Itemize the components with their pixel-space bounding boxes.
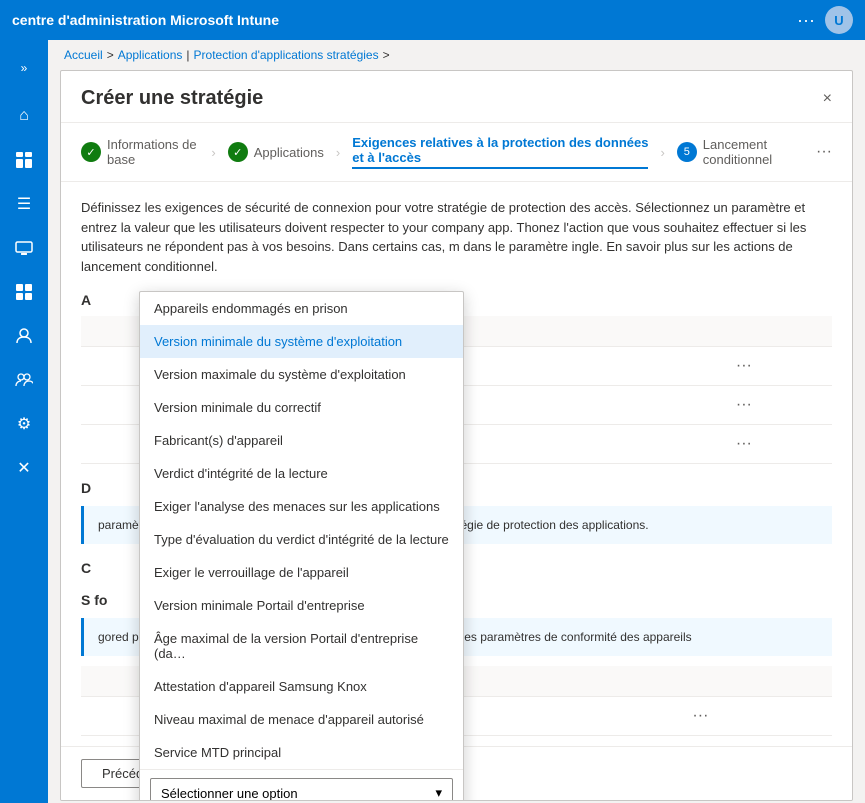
row-more-button[interactable]: ···: [686, 705, 714, 727]
dropdown-select-option[interactable]: Sélectionner une option ▾: [150, 778, 453, 801]
dropdown-item-lock[interactable]: Exiger le verrouillage de l'appareil: [140, 556, 463, 589]
sidebar-expand-button[interactable]: »: [4, 48, 44, 88]
step-conditional-launch-icon: 5: [677, 142, 697, 162]
sidebar-item-groups[interactable]: [4, 360, 44, 400]
sidebar: » ⌂ ☰ ⚙ ✕: [0, 40, 48, 803]
sidebar-item-admin[interactable]: ⚙: [4, 404, 44, 444]
dropdown-item-min-os[interactable]: Version minimale du système d'exploitati…: [140, 325, 463, 358]
sidebar-item-troubleshoot[interactable]: ✕: [4, 448, 44, 488]
dropdown-menu-bottom: Sélectionner une option ▾: [140, 769, 463, 801]
dropdown-item-max-portal-age[interactable]: Âge maximal de la version Portail d'entr…: [140, 622, 463, 670]
dropdown-item-threat-analysis[interactable]: Exiger l'analyse des menaces sur les app…: [140, 490, 463, 523]
dropdown-item-max-threat[interactable]: Niveau maximal de menace d'appareil auto…: [140, 703, 463, 736]
intro-text: Définissez les exigences de sécurité de …: [81, 198, 832, 276]
dropdown-select-label: Sélectionner une option: [161, 786, 298, 801]
step-separator-2: ›: [336, 145, 340, 160]
step-basics-icon: ✓: [81, 142, 101, 162]
app-title: centre d'administration Microsoft Intune: [12, 12, 279, 28]
dropdown-item-mtd[interactable]: Service MTD principal: [140, 736, 463, 769]
col-setting: [81, 316, 134, 347]
step-apps-label: Applications: [254, 145, 324, 160]
user-avatar[interactable]: U: [825, 6, 853, 34]
step-apps-icon: ✓: [228, 142, 248, 162]
step-conditional-launch[interactable]: 5 Lancement conditionnel: [677, 137, 808, 167]
dropdown-item-samsung-knox[interactable]: Attestation d'appareil Samsung Knox: [140, 670, 463, 703]
breadcrumb-protection[interactable]: Protection d'applications stratégies: [194, 48, 379, 62]
step-basics[interactable]: ✓ Informations de base: [81, 137, 199, 167]
sidebar-item-allservices[interactable]: ☰: [4, 184, 44, 224]
sidebar-item-dashboard[interactable]: [4, 140, 44, 180]
step-separator-3: ›: [660, 145, 664, 160]
dropdown-item-manufacturer[interactable]: Fabricant(s) d'appareil: [140, 424, 463, 457]
create-policy-dialog: Créer une stratégie × ✓ Informations de …: [60, 70, 853, 801]
main-layout: » ⌂ ☰ ⚙ ✕ Accueil > Applications | Prote…: [0, 40, 865, 803]
row-setting: [81, 386, 134, 425]
row-setting: [81, 425, 134, 464]
row-setting: [81, 347, 134, 386]
dropdown-item-min-patch[interactable]: Version minimale du correctif: [140, 391, 463, 424]
step-data-protection[interactable]: Exigences relatives à la protection des …: [352, 135, 648, 169]
steps-bar: ✓ Informations de base › ✓ Applications …: [61, 123, 852, 182]
dropdown-item-jailbreak[interactable]: Appareils endommagés en prison: [140, 292, 463, 325]
dialog-title: Créer une stratégie: [81, 87, 263, 110]
row-more-button[interactable]: ···: [730, 355, 758, 377]
dropdown-chevron-icon: ▾: [435, 785, 442, 801]
dropdown-item-integrity-verdict[interactable]: Verdict d'intégrité de la lecture: [140, 457, 463, 490]
steps-more-button[interactable]: ···: [816, 143, 832, 161]
top-bar-right: ··· U: [797, 6, 853, 34]
top-bar-more-button[interactable]: ···: [797, 10, 815, 31]
sidebar-item-home[interactable]: ⌂: [4, 96, 44, 136]
col-actions-b: [674, 666, 832, 697]
breadcrumb-home[interactable]: Accueil: [64, 48, 103, 62]
dropdown-menu: Appareils endommagés en prison Version m…: [139, 291, 464, 801]
step-conditional-launch-label: Lancement conditionnel: [703, 137, 808, 167]
step-basics-label: Informations de base: [107, 137, 199, 167]
dropdown-item-min-portal[interactable]: Version minimale Portail d'entreprise: [140, 589, 463, 622]
col-actions: [718, 316, 832, 347]
breadcrumb: Accueil > Applications | Protection d'ap…: [48, 40, 865, 70]
dropdown-item-eval-type[interactable]: Type d'évaluation du verdict d'intégrité…: [140, 523, 463, 556]
sidebar-item-devices[interactable]: [4, 228, 44, 268]
breadcrumb-applications[interactable]: Applications: [118, 48, 183, 62]
step-separator-1: ›: [211, 145, 215, 160]
dialog-close-button[interactable]: ×: [823, 90, 832, 108]
dropdown-item-max-os[interactable]: Version maximale du système d'exploitati…: [140, 358, 463, 391]
sidebar-item-users[interactable]: [4, 316, 44, 356]
row-more-button[interactable]: ···: [730, 433, 758, 455]
top-bar: centre d'administration Microsoft Intune…: [0, 0, 865, 40]
main-content: Accueil > Applications | Protection d'ap…: [48, 40, 865, 803]
sidebar-item-apps[interactable]: [4, 272, 44, 312]
step-data-protection-label: Exigences relatives à la protection des …: [352, 135, 648, 165]
row-more-button[interactable]: ···: [730, 394, 758, 416]
step-apps[interactable]: ✓ Applications: [228, 142, 324, 162]
dialog-header: Créer une stratégie ×: [61, 71, 852, 123]
